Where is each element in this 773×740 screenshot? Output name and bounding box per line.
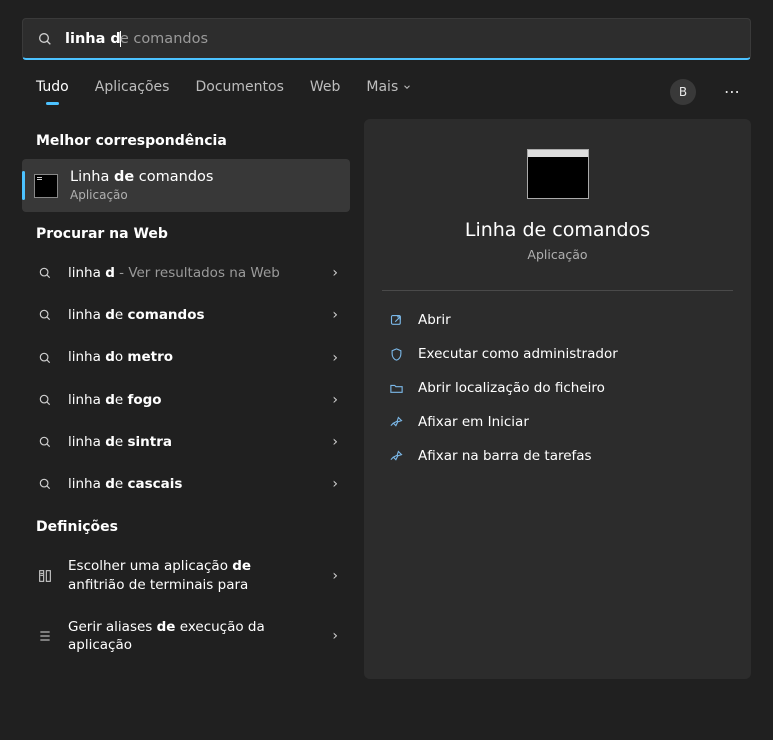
command-prompt-icon [34,174,58,198]
web-result-text: linha do metro [68,348,318,366]
settings-result-item[interactable]: Escolher uma aplicação deanfitrião de te… [22,545,352,605]
search-icon [36,435,54,449]
best-match-subtitle: Aplicação [70,188,214,202]
search-icon [36,477,54,491]
chevron-right-icon: › [332,392,338,408]
web-result-text: linha de cascais [68,475,318,493]
web-result-item[interactable]: linha de fogo › [22,379,352,421]
more-options-button[interactable]: ⋯ [722,78,743,105]
settings-result-text: Escolher uma aplicação deanfitrião de te… [68,557,318,593]
search-icon [36,266,54,280]
search-input[interactable]: linha de comandos [65,31,208,47]
chevron-right-icon: › [332,350,338,366]
shield-icon [388,347,404,362]
search-icon [37,31,53,47]
chevron-right-icon: › [332,476,338,492]
web-result-item[interactable]: linha de cascais › [22,463,352,505]
chevron-right-icon: › [332,434,338,450]
tab-all[interactable]: Tudo [36,79,69,105]
chevron-right-icon: › [332,265,338,281]
pin-icon [388,415,404,430]
preview-title: Linha de comandos [380,219,735,241]
command-prompt-icon [527,149,589,199]
web-result-text: linha de sintra [68,433,318,451]
tab-more[interactable]: Mais [366,79,412,105]
filter-tabs: Tudo Aplicações Documentos Web Mais B ⋯ [0,60,773,105]
search-icon [36,351,54,365]
tab-apps[interactable]: Aplicações [95,79,170,105]
folder-icon [388,381,404,396]
action-run-admin[interactable]: Executar como administrador [380,337,735,371]
chevron-right-icon: › [332,568,338,584]
chevron-down-icon [402,82,412,92]
section-web-search: Procurar na Web [22,212,352,252]
user-avatar[interactable]: B [670,79,696,105]
chevron-right-icon: › [332,307,338,323]
action-open[interactable]: Abrir [380,303,735,337]
web-result-item[interactable]: linha de sintra › [22,421,352,463]
search-icon [36,393,54,407]
open-icon [388,313,404,328]
web-result-item[interactable]: linha d - Ver resultados na Web › [22,252,352,294]
tab-documents[interactable]: Documentos [195,79,283,105]
chevron-right-icon: › [332,628,338,644]
web-result-text: linha de fogo [68,391,318,409]
web-result-text: linha d - Ver resultados na Web [68,264,318,282]
preview-subtitle: Aplicação [380,247,735,262]
section-best-match: Melhor correspondência [22,119,352,159]
section-settings: Definições [22,505,352,545]
search-bar[interactable]: linha de comandos [22,18,751,60]
settings-result-item[interactable]: Gerir aliases de execução daaplicação › [22,606,352,666]
preview-pane: Linha de comandos Aplicação Abrir Execut… [364,119,751,679]
settings-item-icon [36,628,54,644]
settings-result-text: Gerir aliases de execução daaplicação [68,618,318,654]
pin-icon [388,449,404,464]
action-pin-start[interactable]: Afixar em Iniciar [380,405,735,439]
web-result-text: linha de comandos [68,306,318,324]
action-pin-taskbar[interactable]: Afixar na barra de tarefas [380,439,735,473]
settings-item-icon [36,568,54,584]
divider [382,290,733,291]
tab-web[interactable]: Web [310,79,341,105]
best-match-title: Linha de comandos [70,169,214,185]
best-match-result[interactable]: Linha de comandos Aplicação [22,159,350,212]
search-icon [36,308,54,322]
web-result-item[interactable]: linha do metro › [22,336,352,378]
web-result-item[interactable]: linha de comandos › [22,294,352,336]
action-open-location[interactable]: Abrir localização do ficheiro [380,371,735,405]
